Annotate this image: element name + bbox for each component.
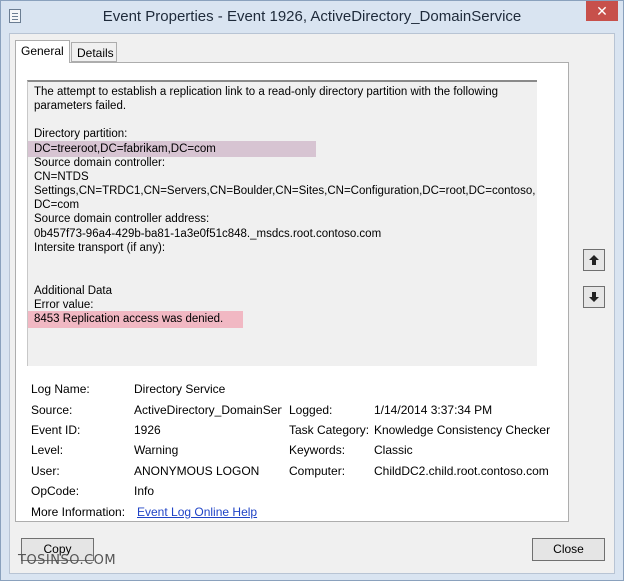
log-name-label: Log Name: <box>31 382 90 396</box>
description-line: Intersite transport (if any): <box>34 242 166 254</box>
logged-label: Logged: <box>289 403 333 417</box>
source-label: Source: <box>31 403 73 417</box>
keywords-label: Keywords: <box>289 443 346 457</box>
level-label: Level: <box>31 443 64 457</box>
event-properties-window: Event Properties - Event 1926, ActiveDir… <box>0 0 624 581</box>
general-tab-panel: The attempt to establish a replication l… <box>15 62 569 522</box>
event-description[interactable]: The attempt to establish a replication l… <box>27 80 537 366</box>
task-category-value: Knowledge Consistency Checker <box>374 423 551 437</box>
description-line: Source domain controller address: <box>34 213 210 225</box>
description-line: Additional Data <box>34 285 112 297</box>
user-value: ANONYMOUS LOGON <box>134 464 260 478</box>
watermark: TOSINSO.COM <box>18 553 117 568</box>
error-value-text: 8453 Replication access was denied. <box>28 311 244 328</box>
directory-partition-value: DC=treeroot,DC=fabrikam,DC=com <box>28 141 316 157</box>
computer-label: Computer: <box>289 464 346 478</box>
description-line: parameters failed. <box>34 100 127 112</box>
keywords-value: Classic <box>374 443 413 457</box>
description-line: Source domain controller: <box>34 157 166 169</box>
task-category-label: Task Category: <box>289 423 370 437</box>
event-log-online-help-link[interactable]: Event Log Online Help <box>137 505 257 520</box>
more-information-label: More Information: <box>31 505 126 519</box>
tab-details[interactable]: Details <box>71 42 117 62</box>
level-value: Warning <box>134 443 179 457</box>
log-name-value: Directory Service <box>134 382 226 396</box>
logged-value: 1/14/2014 3:37:34 PM <box>374 403 493 417</box>
description-line: Error value: <box>34 299 94 311</box>
window-close-button[interactable]: ✕ <box>586 1 618 21</box>
next-event-button[interactable] <box>583 286 605 308</box>
source-value: ActiveDirectory_DomainServ <box>134 403 282 417</box>
description-line: The attempt to establish a replication l… <box>34 86 499 98</box>
description-line: Directory partition: <box>34 128 128 140</box>
event-id-value: 1926 <box>134 423 161 437</box>
user-label: User: <box>31 464 60 478</box>
previous-event-button[interactable] <box>583 249 605 271</box>
opcode-label: OpCode: <box>31 484 80 498</box>
arrow-down-icon <box>589 292 599 302</box>
tab-general[interactable]: General <box>15 40 70 63</box>
dialog-content: General Details The attempt to establish… <box>9 33 615 574</box>
event-id-label: Event ID: <box>31 423 81 437</box>
description-line: CN=NTDS <box>34 171 89 183</box>
close-button[interactable]: Close <box>532 538 605 561</box>
title-bar[interactable]: Event Properties - Event 1926, ActiveDir… <box>1 1 623 33</box>
window-title: Event Properties - Event 1926, ActiveDir… <box>102 8 522 25</box>
arrow-up-icon <box>589 255 599 265</box>
description-line: 0b457f73-96a4-429b-ba81-1a3e0f51c848._ms… <box>34 228 382 240</box>
description-line: Settings,CN=TRDC1,CN=Servers,CN=Boulder,… <box>34 185 536 197</box>
description-line: DC=com <box>34 199 80 211</box>
computer-value: ChildDC2.child.root.contoso.com <box>374 464 549 478</box>
opcode-value: Info <box>134 484 155 498</box>
